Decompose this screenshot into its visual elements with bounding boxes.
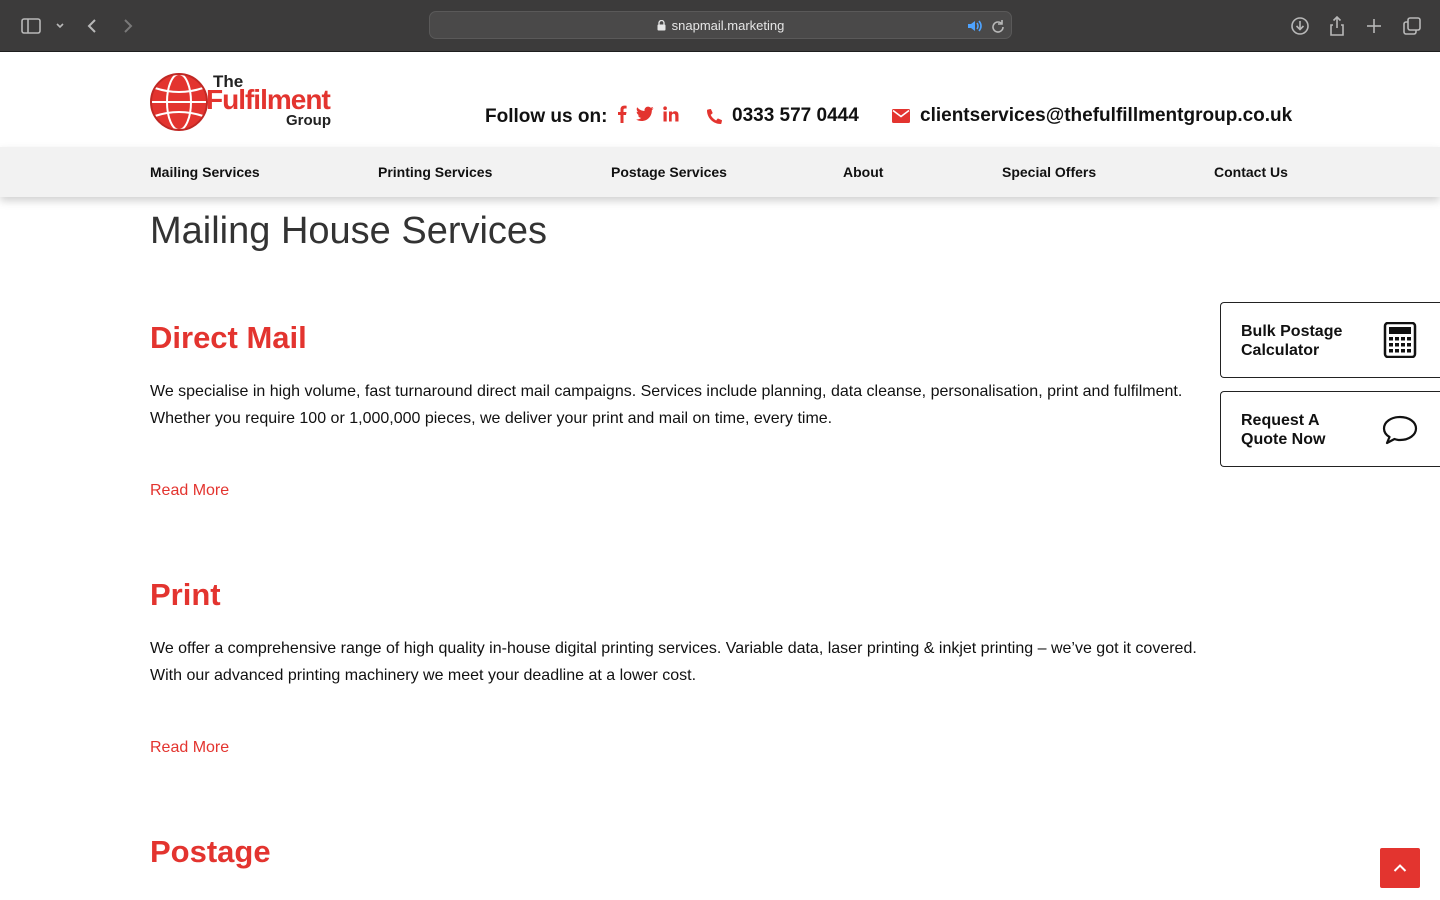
address-bar[interactable]: snapmail.marketing — [429, 11, 1012, 39]
nav-item-mailing-services[interactable]: Mailing Services — [150, 164, 260, 180]
bulk-postage-label: Bulk Postage Calculator — [1241, 323, 1343, 359]
read-more-print-link[interactable]: Read More — [150, 739, 229, 757]
body-line: Whether you require 100 or 1,000,000 pie… — [150, 410, 833, 427]
main-nav: Mailing Services Printing Services Posta… — [0, 147, 1440, 197]
nav-item-about[interactable]: About — [843, 164, 883, 180]
page-title: Mailing House Services — [150, 210, 548, 252]
site-header: The Fulfilment Group Follow us on: 0333 … — [0, 53, 1440, 147]
nav-item-printing-services[interactable]: Printing Services — [378, 164, 492, 180]
request-quote-button[interactable]: Request A Quote Now — [1220, 391, 1440, 467]
section-title-print: Print — [150, 577, 221, 612]
url-text: snapmail.marketing — [671, 17, 785, 33]
nav-item-special-offers[interactable]: Special Offers — [1002, 164, 1096, 180]
follow-label: Follow us on: — [485, 105, 608, 127]
calculator-icon — [1383, 322, 1417, 358]
nav-item-postage-services[interactable]: Postage Services — [611, 164, 727, 180]
chevron-down-icon[interactable] — [54, 14, 66, 38]
body-line: We offer a comprehensive range of high q… — [150, 640, 1197, 657]
follow-us: Follow us on: — [485, 105, 679, 128]
speech-bubble-icon — [1382, 415, 1418, 445]
back-to-top-button[interactable] — [1380, 848, 1420, 888]
body-line: With our advanced printing machinery we … — [150, 667, 697, 684]
share-icon[interactable] — [1328, 14, 1346, 38]
bulk-postage-calculator-button[interactable]: Bulk Postage Calculator — [1220, 302, 1440, 378]
email-address: clientservices@thefulfillmentgroup.co.uk — [920, 105, 1293, 126]
browser-toolbar: snapmail.marketing — [0, 0, 1440, 52]
envelope-icon — [892, 109, 910, 123]
section-title-direct-mail: Direct Mail — [150, 320, 307, 355]
forward-arrow-icon[interactable] — [120, 14, 136, 38]
chevron-up-icon — [1393, 864, 1407, 872]
tab-overview-icon[interactable] — [1402, 14, 1422, 38]
header-email[interactable]: clientservices@thefulfillmentgroup.co.uk — [892, 105, 1292, 127]
body-line: We specialise in high volume, fast turna… — [150, 383, 1183, 400]
globe-logo-icon — [150, 73, 208, 131]
facebook-icon[interactable] — [617, 105, 628, 128]
download-icon[interactable] — [1290, 14, 1310, 38]
twitter-icon[interactable] — [636, 106, 655, 127]
reload-icon[interactable] — [991, 18, 1005, 37]
section-body-direct-mail: We specialise in high volume, fast turna… — [150, 378, 1260, 432]
site-logo[interactable]: The Fulfilment Group — [150, 72, 340, 134]
phone-icon — [707, 108, 722, 124]
speaker-icon[interactable] — [967, 18, 983, 37]
request-quote-label: Request A Quote Now — [1241, 412, 1326, 448]
new-tab-icon[interactable] — [1365, 14, 1383, 38]
lock-icon — [657, 19, 666, 30]
nav-item-contact-us[interactable]: Contact Us — [1214, 164, 1288, 180]
section-body-print: We offer a comprehensive range of high q… — [150, 635, 1260, 689]
sidebar-toggle-icon[interactable] — [20, 14, 42, 38]
logo-group: Group — [286, 112, 331, 129]
section-title-postage: Postage — [150, 834, 271, 869]
linkedin-icon[interactable] — [663, 106, 679, 127]
back-arrow-icon[interactable] — [84, 14, 100, 38]
phone-number: 0333 577 0444 — [732, 105, 859, 126]
header-phone[interactable]: 0333 577 0444 — [707, 105, 859, 127]
read-more-direct-mail-link[interactable]: Read More — [150, 482, 229, 500]
